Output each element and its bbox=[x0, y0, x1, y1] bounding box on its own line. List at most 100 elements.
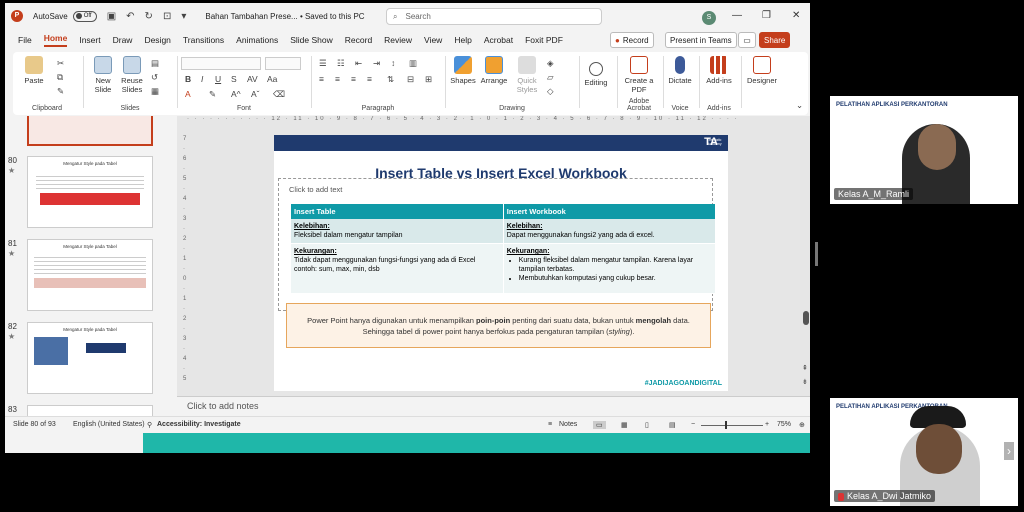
decrease-indent-icon[interactable]: ⇤ bbox=[355, 58, 362, 69]
slide-thumbnail-79[interactable] bbox=[27, 116, 153, 146]
current-slide[interactable]: TA Thematic Academy Insert Table vs Inse… bbox=[274, 135, 728, 391]
note-box[interactable]: Power Point hanya digunakan untuk menamp… bbox=[286, 303, 711, 348]
format-painter-icon[interactable]: ✎ bbox=[57, 86, 64, 97]
next-participant-icon[interactable]: › bbox=[1004, 442, 1014, 460]
increase-indent-icon[interactable]: ⇥ bbox=[373, 58, 380, 69]
previous-slide-icon[interactable]: ⇞ bbox=[802, 364, 808, 372]
tab-home[interactable]: Home bbox=[43, 33, 68, 47]
notes-button[interactable]: Notes bbox=[559, 421, 577, 428]
maximize-icon[interactable]: ❐ bbox=[762, 10, 771, 21]
slide-show-icon[interactable]: ▤ bbox=[669, 421, 676, 429]
slide-sorter-icon[interactable]: ▦ bbox=[621, 421, 628, 429]
tab-animations[interactable]: Animations bbox=[236, 35, 278, 45]
document-title[interactable]: Bahan Tambahan Prese... • Saved to this … bbox=[205, 12, 364, 21]
minimize-icon[interactable]: — bbox=[732, 10, 742, 21]
quick-styles-button[interactable]: Quick Styles bbox=[513, 56, 541, 94]
close-icon[interactable]: ✕ bbox=[792, 10, 800, 21]
zoom-slider[interactable] bbox=[701, 425, 763, 426]
collapse-ribbon-icon[interactable]: ⌄ bbox=[796, 100, 803, 111]
align-text-icon[interactable]: ⊟ bbox=[407, 74, 414, 85]
slide-thumbnail-80[interactable]: Mengatur Style pada Tabel bbox=[27, 156, 153, 228]
notes-pane[interactable]: Click to add notes bbox=[177, 396, 810, 416]
tab-view[interactable]: View bbox=[424, 35, 442, 45]
zoom-slider-thumb[interactable] bbox=[725, 421, 727, 429]
create-pdf-button[interactable]: Create a PDF bbox=[621, 56, 657, 94]
language-status[interactable]: English (United States) bbox=[73, 421, 145, 428]
shape-effects-icon[interactable]: ◇ bbox=[547, 86, 554, 97]
character-spacing-icon[interactable]: AV bbox=[247, 74, 258, 84]
slide-thumbnail-81[interactable]: Mengatur Style pada Tabel bbox=[27, 239, 153, 311]
new-slide-button[interactable]: New Slide bbox=[89, 56, 117, 94]
align-right-icon[interactable]: ≡ bbox=[351, 74, 356, 84]
accessibility-status[interactable]: Accessibility: Investigate bbox=[157, 421, 241, 428]
align-center-icon[interactable]: ≡ bbox=[335, 74, 340, 84]
redo-icon[interactable]: ↻ bbox=[145, 11, 153, 22]
tab-help[interactable]: Help bbox=[454, 35, 471, 45]
font-color-icon[interactable]: A bbox=[185, 89, 191, 99]
avatar[interactable]: S bbox=[702, 11, 716, 25]
slide-thumbnail-82[interactable]: Mengatur Style pada Tabel bbox=[27, 322, 153, 394]
columns-icon[interactable]: ▥ bbox=[409, 58, 417, 69]
tab-review[interactable]: Review bbox=[384, 35, 412, 45]
decrease-font-icon[interactable]: Aˇ bbox=[251, 89, 260, 99]
next-slide-icon[interactable]: ⇟ bbox=[802, 378, 808, 386]
shapes-button[interactable]: Shapes bbox=[449, 56, 477, 85]
align-left-icon[interactable]: ≡ bbox=[319, 74, 324, 84]
record-button[interactable]: ● Record bbox=[610, 32, 654, 48]
arrange-button[interactable]: Arrange bbox=[479, 56, 509, 85]
participant-video-1[interactable]: PELATIHAN APLIKASI PERKANTORAN Kelas A_M… bbox=[830, 96, 1018, 204]
line-spacing-icon[interactable]: ↕ bbox=[391, 58, 395, 68]
comments-icon[interactable]: ▭ bbox=[738, 32, 756, 48]
italic-icon[interactable]: I bbox=[201, 74, 203, 84]
dictate-button[interactable]: Dictate bbox=[663, 56, 697, 85]
comparison-table[interactable]: Insert Table Insert Workbook Kelebihan: … bbox=[291, 204, 717, 294]
customize-toolbar-icon[interactable]: ▾ bbox=[181, 11, 186, 22]
present-from-start-icon[interactable]: ⊡ bbox=[163, 11, 171, 22]
autosave-toggle[interactable]: Off bbox=[72, 10, 97, 22]
bullets-icon[interactable]: ☰ bbox=[319, 58, 327, 69]
tab-transitions[interactable]: Transitions bbox=[183, 35, 224, 45]
shape-fill-icon[interactable]: ◈ bbox=[547, 58, 554, 69]
section-icon[interactable]: ▦ bbox=[151, 86, 159, 97]
content-placeholder[interactable]: Click to add text Insert Table Insert Wo… bbox=[278, 178, 717, 311]
highlight-icon[interactable]: ✎ bbox=[209, 89, 216, 100]
underline-icon[interactable]: U bbox=[215, 74, 221, 84]
copy-icon[interactable]: ⧉ bbox=[57, 72, 63, 83]
slide-thumbnail-83[interactable] bbox=[27, 405, 153, 416]
panel-resize-handle[interactable] bbox=[815, 242, 818, 266]
present-in-teams-button[interactable]: Present in Teams bbox=[665, 32, 737, 48]
layout-icon[interactable]: ▤ bbox=[151, 58, 159, 69]
tab-record[interactable]: Record bbox=[345, 35, 372, 45]
bold-icon[interactable]: B bbox=[185, 74, 191, 84]
normal-view-icon[interactable]: ▭ bbox=[593, 421, 606, 429]
fit-to-window-icon[interactable]: ⊕ bbox=[799, 421, 805, 429]
tab-draw[interactable]: Draw bbox=[113, 35, 133, 45]
cut-icon[interactable]: ✂ bbox=[57, 58, 64, 69]
editing-button[interactable]: Editing bbox=[577, 62, 615, 87]
tab-design[interactable]: Design bbox=[144, 35, 170, 45]
tab-slide-show[interactable]: Slide Show bbox=[290, 35, 333, 45]
reuse-slides-button[interactable]: Reuse Slides bbox=[119, 56, 145, 94]
tab-file[interactable]: File bbox=[18, 35, 32, 45]
tab-foxit-pdf[interactable]: Foxit PDF bbox=[525, 35, 563, 45]
shape-outline-icon[interactable]: ▱ bbox=[547, 72, 554, 83]
reset-icon[interactable]: ↺ bbox=[151, 72, 158, 83]
justify-icon[interactable]: ≡ bbox=[367, 74, 372, 84]
designer-button[interactable]: Designer bbox=[743, 56, 781, 85]
vertical-scrollbar[interactable] bbox=[803, 311, 809, 325]
font-family-select[interactable] bbox=[181, 57, 261, 70]
tab-insert[interactable]: Insert bbox=[79, 35, 100, 45]
reading-view-icon[interactable]: ▯ bbox=[645, 421, 649, 429]
smartart-icon[interactable]: ⊞ bbox=[425, 74, 432, 85]
strikethrough-icon[interactable]: S bbox=[231, 74, 237, 84]
clear-format-icon[interactable]: ⌫ bbox=[273, 89, 285, 100]
increase-font-icon[interactable]: A^ bbox=[231, 89, 241, 99]
change-case-icon[interactable]: Aa bbox=[267, 74, 277, 84]
numbering-icon[interactable]: ☷ bbox=[337, 58, 345, 69]
text-direction-icon[interactable]: ⇅ bbox=[387, 74, 394, 85]
add-ins-button[interactable]: Add-ins bbox=[701, 56, 737, 85]
tab-acrobat[interactable]: Acrobat bbox=[484, 35, 513, 45]
zoom-in-icon[interactable]: + bbox=[765, 421, 769, 428]
search-input[interactable]: ⌕ Search bbox=[386, 8, 602, 25]
participant-video-2[interactable]: PELATIHAN APLIKASI PERKANTORAN Kelas A_D… bbox=[830, 398, 1018, 506]
